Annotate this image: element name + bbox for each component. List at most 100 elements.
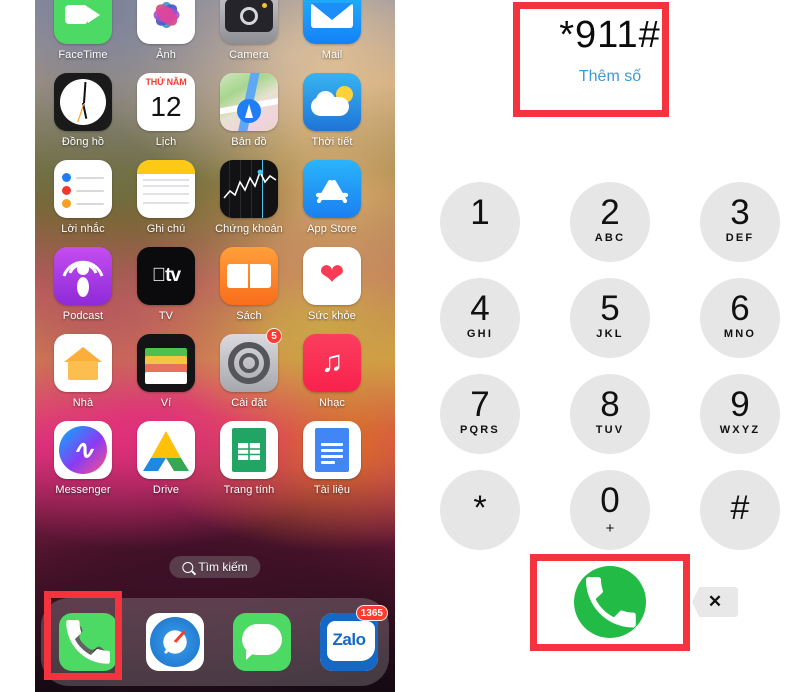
app-icon-facetime[interactable]: FaceTime: [41, 0, 125, 61]
dock-item-safari[interactable]: [146, 613, 204, 671]
apple-tv-icon: tv: [137, 247, 195, 305]
key-letters: DEF: [725, 232, 755, 244]
app-label: Sách: [236, 310, 262, 322]
app-icon-podcasts[interactable]: Podcast: [41, 247, 125, 322]
app-label: Mail: [321, 49, 343, 61]
notes-icon: [137, 160, 195, 218]
app-icon-mail[interactable]: Mail: [290, 0, 374, 61]
key-digit: 7: [470, 385, 490, 424]
health-icon: ❤: [303, 247, 361, 305]
dock-item-messages[interactable]: [233, 613, 291, 671]
podcasts-icon: [54, 247, 112, 305]
key-letters: JKL: [596, 328, 624, 340]
app-label: Chứng khoán: [215, 223, 283, 235]
app-label: Đồng hồ: [61, 136, 105, 148]
keypad-key-5[interactable]: 5 JKL: [570, 278, 650, 358]
delete-key[interactable]: ✕: [692, 587, 738, 617]
keypad-key-6[interactable]: 6 MNO: [700, 278, 780, 358]
key-digit: 6: [730, 289, 750, 328]
keypad-key-star[interactable]: *: [440, 470, 520, 550]
app-icon-clock[interactable]: Đồng hồ: [41, 73, 125, 148]
music-icon: ♫: [303, 334, 361, 392]
google-sheets-icon: [220, 421, 278, 479]
app-icon-apple-tv[interactable]: tv TV: [124, 247, 208, 322]
search-icon: [182, 561, 194, 573]
app-icon-google-docs[interactable]: Tài liệu: [290, 421, 374, 496]
key-digit: 1: [470, 193, 490, 232]
app-icon-notes[interactable]: Ghi chú: [124, 160, 208, 235]
google-drive-icon: [137, 421, 195, 479]
key-letters: +: [605, 520, 615, 537]
keypad-key-1[interactable]: 1: [440, 182, 520, 262]
keypad-key-9[interactable]: 9 WXYZ: [700, 374, 780, 454]
key-digit: #: [730, 489, 750, 527]
app-label: TV: [158, 310, 174, 322]
clock-icon: [54, 73, 112, 131]
keypad-key-8[interactable]: 8 TUV: [570, 374, 650, 454]
app-icon-home-app[interactable]: Nhà: [41, 334, 125, 409]
app-icon-maps[interactable]: Bản đồ: [207, 73, 291, 148]
app-icon-calendar[interactable]: THỨ NĂM 12 Lịch: [124, 73, 208, 148]
messenger-icon: ∿: [54, 421, 112, 479]
app-icon-camera[interactable]: Camera: [207, 0, 291, 61]
search-button[interactable]: Tìm kiếm: [169, 556, 261, 578]
app-icon-reminders[interactable]: Lời nhắc: [41, 160, 125, 235]
reminders-icon: [54, 160, 112, 218]
app-icon-books[interactable]: Sách: [207, 247, 291, 322]
app-icon-wallet[interactable]: Ví: [124, 334, 208, 409]
app-label: Ghi chú: [146, 223, 186, 235]
app-label: FaceTime: [58, 49, 108, 61]
app-icon-messenger[interactable]: ∿ Messenger: [41, 421, 125, 496]
key-letters: ABC: [594, 232, 626, 244]
iphone-home-screen: FaceTime Ảnh Camera Mail Đồng hồ THỨ NĂM…: [35, 0, 395, 692]
app-icon-google-sheets[interactable]: Trang tính: [207, 421, 291, 496]
app-label: Lịch: [155, 136, 177, 148]
app-icon-settings[interactable]: 5 Cài đặt: [207, 328, 291, 409]
app-label: Nhà: [72, 397, 94, 409]
app-label: Messenger: [55, 484, 111, 496]
keypad-key-0[interactable]: 0 +: [570, 470, 650, 550]
call-button-highlight: [530, 554, 690, 651]
key-letters: TUV: [595, 424, 625, 436]
app-icon-google-drive[interactable]: Drive: [124, 421, 208, 496]
mail-icon: [303, 0, 361, 44]
keypad-key-4[interactable]: 4 GHI: [440, 278, 520, 358]
app-icon-music[interactable]: ♫ Nhạc: [290, 334, 374, 409]
app-store-icon: ▲: [303, 160, 361, 218]
number-display-highlight: [513, 2, 669, 117]
app-icon-stocks[interactable]: Chứng khoán: [207, 160, 291, 235]
app-label: Camera: [229, 49, 269, 61]
keypad-key-hash[interactable]: #: [700, 470, 780, 550]
camera-icon: [220, 0, 278, 44]
app-label: Cài đặt: [231, 397, 267, 409]
app-label: Ảnh: [156, 49, 176, 61]
key-digit: 4: [470, 289, 490, 328]
app-icon-weather[interactable]: Thời tiết: [290, 73, 374, 148]
home-app-icon: [54, 334, 112, 392]
status-badge: 1365: [355, 605, 388, 621]
key-digit: 8: [600, 385, 620, 424]
app-label: Ví: [160, 397, 172, 409]
keypad-key-2[interactable]: 2 ABC: [570, 182, 650, 262]
app-icon-app-store[interactable]: ▲ App Store: [290, 160, 374, 235]
app-icon-health[interactable]: ❤ Sức khỏe: [290, 247, 374, 322]
dock-item-zalo[interactable]: Zalo 1365: [320, 605, 388, 671]
zalo-label: Zalo: [332, 630, 366, 649]
app-label: Bản đồ: [231, 136, 267, 148]
keypad-key-3[interactable]: 3 DEF: [700, 182, 780, 262]
app-label: Thời tiết: [311, 136, 353, 148]
weather-icon: [303, 73, 361, 131]
keypad-key-7[interactable]: 7 PQRS: [440, 374, 520, 454]
key-digit: *: [473, 489, 487, 527]
app-icon-photos[interactable]: Ảnh: [124, 0, 208, 61]
wallet-icon: [137, 334, 195, 392]
app-label: Nhạc: [318, 397, 346, 409]
key-letters: WXYZ: [719, 424, 761, 436]
key-letters: PQRS: [460, 424, 500, 436]
app-label: Sức khỏe: [308, 310, 356, 322]
app-label: Podcast: [62, 310, 104, 322]
google-docs-icon: [303, 421, 361, 479]
app-label: Lời nhắc: [61, 223, 105, 235]
stocks-icon: [220, 160, 278, 218]
key-digit: 9: [730, 385, 750, 424]
